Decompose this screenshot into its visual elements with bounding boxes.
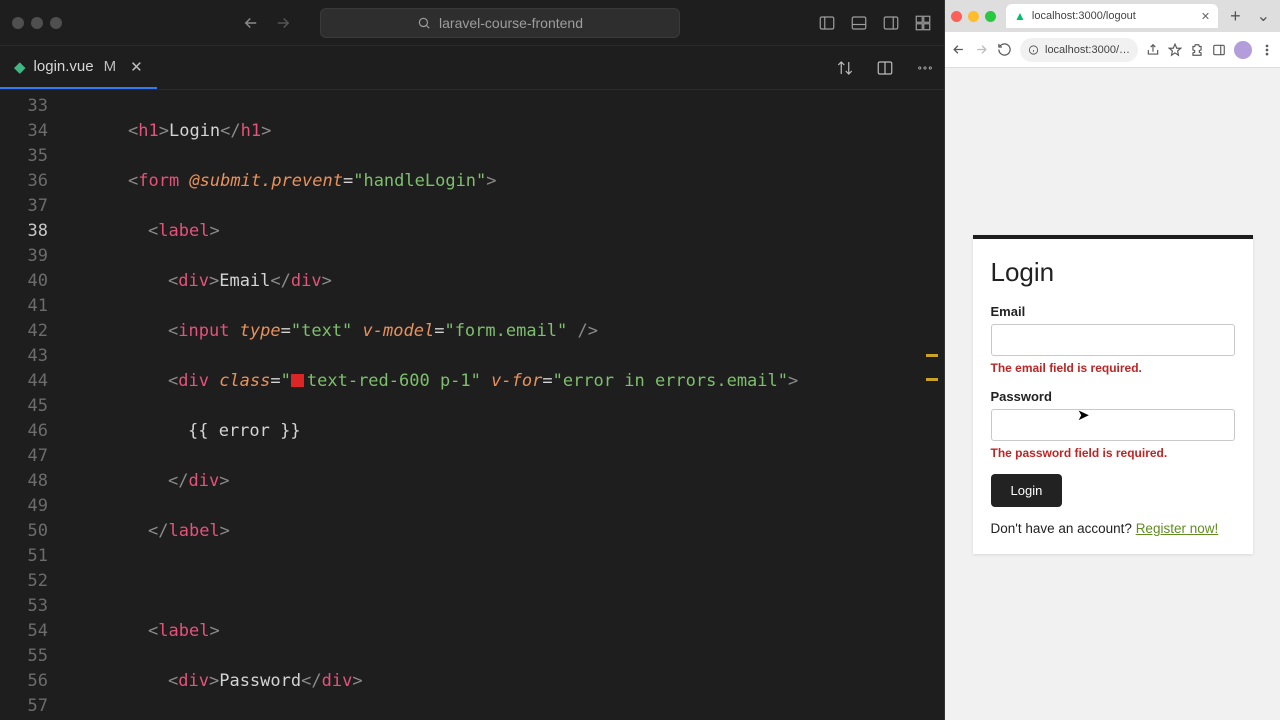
email-error: The email field is required.	[991, 361, 1235, 375]
layout-icon[interactable]	[914, 14, 932, 32]
browser-tabstrip: ▲ localhost:3000/logout ✕ + ⌄	[945, 0, 1280, 32]
compare-icon[interactable]	[836, 59, 854, 77]
menu-icon[interactable]	[1260, 43, 1274, 57]
register-line: Don't have an account? Register now!	[991, 521, 1235, 536]
browser-min-dot[interactable]	[968, 11, 979, 22]
browser-tab-title: localhost:3000/logout	[1032, 10, 1136, 22]
editor-pane: laravel-course-frontend ◆ login.vue M ✕ …	[0, 0, 944, 720]
back-icon[interactable]	[951, 42, 966, 57]
email-label: Email	[991, 304, 1235, 319]
close-icon[interactable]: ✕	[1201, 10, 1210, 23]
tabs-chevron-icon[interactable]: ⌄	[1253, 6, 1274, 26]
window-controls	[12, 17, 62, 29]
panel-left-icon[interactable]	[818, 14, 836, 32]
browser-close-dot[interactable]	[951, 11, 962, 22]
bookmark-icon[interactable]	[1168, 43, 1182, 57]
back-icon[interactable]	[242, 14, 260, 32]
nuxt-icon: ▲	[1014, 9, 1026, 23]
panel-right-icon[interactable]	[882, 14, 900, 32]
tab-bar: ◆ login.vue M ✕	[0, 46, 944, 90]
forward-icon[interactable]	[274, 14, 292, 32]
panel-icon[interactable]	[1212, 43, 1226, 57]
change-marker	[926, 378, 938, 381]
register-link[interactable]: Register now!	[1136, 521, 1219, 536]
login-button[interactable]: Login	[991, 474, 1063, 507]
modified-indicator: M	[104, 58, 117, 75]
minimize-dot[interactable]	[31, 17, 43, 29]
line-gutter: 3334353637383940414243444546474849505152…	[0, 90, 66, 720]
email-input[interactable]	[991, 324, 1235, 356]
login-card: Login Email The email field is required.…	[973, 235, 1253, 554]
url-field[interactable]: localhost:3000/…	[1020, 38, 1138, 62]
command-center[interactable]: laravel-course-frontend	[320, 8, 680, 38]
close-icon[interactable]: ✕	[130, 58, 143, 76]
password-label: Password	[991, 389, 1235, 404]
more-icon[interactable]	[916, 59, 934, 77]
new-tab-icon[interactable]: +	[1224, 6, 1247, 27]
split-icon[interactable]	[876, 59, 894, 77]
nav-arrows	[242, 14, 292, 32]
reload-icon[interactable]	[997, 42, 1012, 57]
avatar[interactable]	[1234, 41, 1252, 59]
password-input[interactable]	[991, 409, 1235, 441]
maximize-dot[interactable]	[50, 17, 62, 29]
browser-viewport: Login Email The email field is required.…	[945, 68, 1280, 720]
close-dot[interactable]	[12, 17, 24, 29]
share-icon[interactable]	[1146, 43, 1160, 57]
password-error: The password field is required.	[991, 446, 1235, 460]
extensions-icon[interactable]	[1190, 43, 1204, 57]
register-prefix: Don't have an account?	[991, 521, 1136, 536]
titlebar: laravel-course-frontend	[0, 0, 944, 46]
search-icon	[417, 16, 431, 30]
browser-toolbar: localhost:3000/…	[945, 32, 1280, 68]
panel-bottom-icon[interactable]	[850, 14, 868, 32]
code-content[interactable]: <h1>Login</h1> <form @submit.prevent="ha…	[66, 90, 944, 720]
info-icon	[1028, 44, 1039, 56]
change-marker	[926, 354, 938, 357]
browser-pane: ▲ localhost:3000/logout ✕ + ⌄ localhost:…	[944, 0, 1280, 720]
forward-icon[interactable]	[974, 42, 989, 57]
page-title: Login	[991, 257, 1235, 288]
project-name: laravel-course-frontend	[439, 15, 583, 31]
tab-filename: login.vue	[34, 58, 94, 75]
vue-icon: ◆	[14, 58, 26, 76]
browser-tab[interactable]: ▲ localhost:3000/logout ✕	[1006, 4, 1218, 28]
browser-max-dot[interactable]	[985, 11, 996, 22]
url-text: localhost:3000/…	[1045, 44, 1130, 56]
code-area[interactable]: 3334353637383940414243444546474849505152…	[0, 90, 944, 720]
tab-login-vue[interactable]: ◆ login.vue M ✕	[0, 46, 157, 89]
